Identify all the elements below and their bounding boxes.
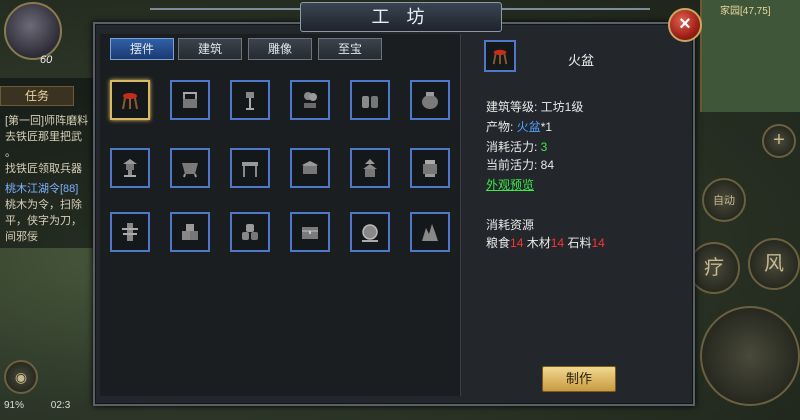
cauldron-icon xyxy=(182,163,198,178)
item-slot[interactable] xyxy=(350,148,390,188)
item-slot[interactable] xyxy=(410,80,450,120)
tab-ornaments[interactable]: 摆件 xyxy=(110,38,174,60)
current-vitality: 当前活力: 84 xyxy=(486,158,555,172)
window-title-bar: 工 坊 xyxy=(300,2,502,32)
chest-icon xyxy=(302,227,318,239)
selected-item-name: 火盆 xyxy=(568,53,595,68)
make-button[interactable]: 制作 xyxy=(542,366,616,392)
item-slot[interactable] xyxy=(410,212,450,252)
barrels-icon xyxy=(362,96,378,108)
item-slot[interactable] xyxy=(110,148,150,188)
well-icon xyxy=(183,92,197,108)
item-slot-fire-basin[interactable] xyxy=(110,80,150,120)
task-line: 平，侠字为刀， xyxy=(5,215,82,227)
fire-basin-icon xyxy=(122,93,138,110)
item-slot[interactable] xyxy=(230,212,270,252)
task-line: 间邪佞 xyxy=(5,231,38,243)
item-slot[interactable] xyxy=(410,148,450,188)
task-line: 找铁匠领取兵器 xyxy=(5,163,82,175)
item-slot[interactable] xyxy=(110,212,150,252)
minimap-label: 家园[47,75] xyxy=(720,6,771,17)
crates-icon xyxy=(182,224,198,240)
item-slot[interactable] xyxy=(170,80,210,120)
vitality-cost: 消耗活力: 3 xyxy=(486,140,548,154)
title-ornament-left xyxy=(150,8,300,20)
task-line: 去铁匠那里把武 xyxy=(5,131,82,143)
rockery-icon xyxy=(422,224,438,241)
square-table-icon xyxy=(302,161,318,174)
fire-basin-icon xyxy=(492,49,508,65)
device-status: 91% 02:3 xyxy=(4,400,71,411)
auto-battle-button[interactable]: 自动 xyxy=(702,178,746,222)
small-table-icon xyxy=(242,162,258,177)
task-line: 。 xyxy=(5,147,16,159)
resources-title: 消耗资源 xyxy=(486,218,535,232)
camera-icon[interactable]: ◉ xyxy=(4,360,38,394)
building-level: 建筑等级: 工坊1级 xyxy=(486,100,584,114)
task-line[interactable]: 桃木江湖令[88] xyxy=(5,180,78,196)
item-slot[interactable] xyxy=(170,148,210,188)
tab-treasures[interactable]: 至宝 xyxy=(318,38,382,60)
item-slot[interactable] xyxy=(230,148,270,188)
bonsai-icon xyxy=(304,92,317,108)
appearance-preview-link[interactable]: 外观预览 xyxy=(486,176,534,193)
stone-lantern-icon xyxy=(123,159,137,177)
skill-wind-button[interactable]: 风 xyxy=(748,238,800,290)
skill-heal-button[interactable]: 疗 xyxy=(688,242,740,294)
gong-icon xyxy=(362,224,378,242)
player-level: 60 xyxy=(40,54,53,66)
stacked-barrels-icon xyxy=(242,224,258,240)
item-slot[interactable] xyxy=(350,80,390,120)
item-slot[interactable] xyxy=(230,80,270,120)
selected-item-icon xyxy=(484,40,516,72)
item-slot[interactable] xyxy=(290,80,330,120)
close-button[interactable]: × xyxy=(668,8,702,42)
task-line: 桃木为令，扫除 xyxy=(5,199,82,211)
product-line: 产物: 火盆*1 xyxy=(486,120,553,134)
add-icon[interactable]: + xyxy=(762,124,796,158)
item-slot[interactable] xyxy=(170,212,210,252)
tab-buildings[interactable]: 建筑 xyxy=(178,38,242,60)
window-title: 工 坊 xyxy=(371,7,431,27)
training-dummy-icon xyxy=(122,223,138,241)
incense-burner-icon xyxy=(423,160,437,177)
task-tab[interactable]: 任务 xyxy=(0,86,74,106)
resource-list: 粮食14 木材14 石料14 xyxy=(486,236,605,250)
tab-statues[interactable]: 雕像 xyxy=(248,38,312,60)
pagoda-icon xyxy=(363,159,377,177)
attack-fan-button[interactable] xyxy=(700,306,800,406)
item-slot[interactable] xyxy=(290,148,330,188)
jar-icon xyxy=(422,92,438,109)
title-ornament-right xyxy=(500,8,650,20)
item-slot[interactable] xyxy=(350,212,390,252)
item-grid-panel xyxy=(100,34,461,396)
item-slot[interactable] xyxy=(290,212,330,252)
player-avatar[interactable] xyxy=(4,2,62,60)
task-line: [第一回]师阵磨料 xyxy=(5,115,89,127)
lamp-post-icon xyxy=(246,92,254,110)
